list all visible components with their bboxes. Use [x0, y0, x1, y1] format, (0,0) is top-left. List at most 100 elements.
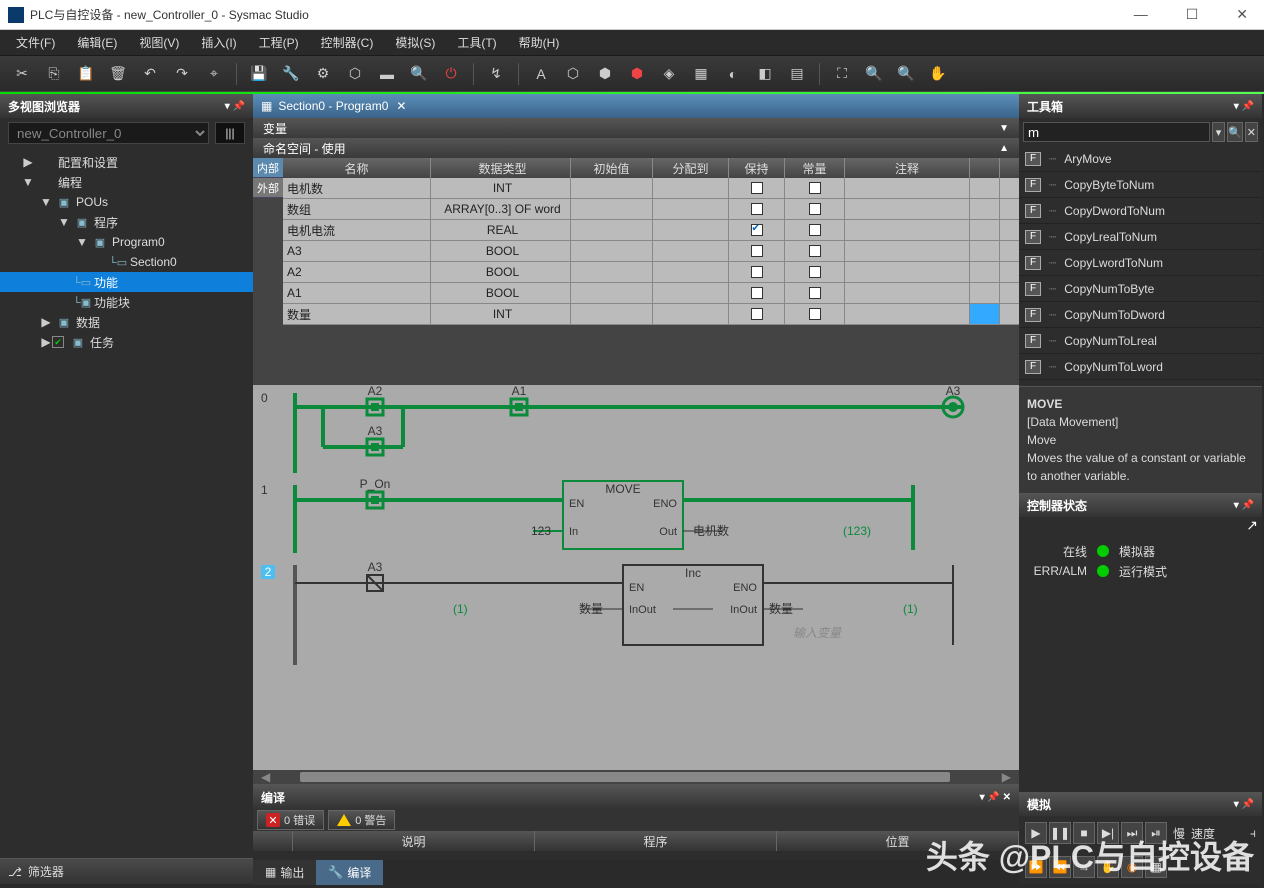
sim-pin-icon[interactable]: ▾ 📌: [1234, 799, 1254, 810]
toolbox-pin-icon[interactable]: ▾ 📌: [1234, 101, 1254, 112]
variable-row[interactable]: 数组ARRAY[0..3] OF word: [283, 199, 1019, 220]
zoom-in-icon[interactable]: 🔍: [862, 62, 886, 86]
toolbox-item[interactable]: F┈CopyDwordToNum: [1019, 198, 1262, 224]
zoom-out-icon[interactable]: 🔍: [894, 62, 918, 86]
namespace-header[interactable]: 命名空间 - 使用▲: [253, 138, 1019, 158]
tree-node[interactable]: ▶✔▣任务: [0, 332, 253, 352]
col-const[interactable]: 常量: [785, 158, 845, 178]
toolbox-item[interactable]: F┈CopyLrealToNum: [1019, 224, 1262, 250]
stop-icon[interactable]: ⏻: [439, 62, 463, 86]
toolbox-item[interactable]: F┈CopyNumToByte: [1019, 276, 1262, 302]
sim-b-icon[interactable]: ⬡: [561, 62, 585, 86]
sim-f-icon[interactable]: ▦: [689, 62, 713, 86]
internal-tab[interactable]: 内部: [253, 158, 283, 178]
search-clear-icon[interactable]: ✕: [1245, 122, 1258, 142]
delete-icon[interactable]: 🗑: [106, 62, 130, 86]
tree-node[interactable]: ▶▣数据: [0, 312, 253, 332]
paste-icon[interactable]: 📋: [74, 62, 98, 86]
hand-icon[interactable]: ✋: [926, 62, 950, 86]
variable-row[interactable]: 电机数INT: [283, 178, 1019, 199]
minimize-button[interactable]: —: [1126, 2, 1156, 27]
sim-i-icon[interactable]: ▤: [785, 62, 809, 86]
toolbox-list[interactable]: F┈AryMoveF┈CopyByteToNumF┈CopyDwordToNum…: [1019, 146, 1262, 386]
sim-c-icon[interactable]: ⬢: [593, 62, 617, 86]
menu-item[interactable]: 控制器(C): [311, 30, 384, 55]
tree-node[interactable]: └▣功能块: [0, 292, 253, 312]
tree-node[interactable]: └▭功能: [0, 272, 253, 292]
toolbox-item[interactable]: F┈CopyByteToNum: [1019, 172, 1262, 198]
variables-header[interactable]: 变量▼: [253, 118, 1019, 138]
toolbox-search-input[interactable]: [1023, 122, 1210, 142]
variable-row[interactable]: A2BOOL: [283, 262, 1019, 283]
col-init[interactable]: 初始值: [571, 158, 653, 178]
col-name[interactable]: 名称: [283, 158, 431, 178]
tree-node[interactable]: ▼▣程序: [0, 212, 253, 232]
tree-node[interactable]: ▼编程: [0, 172, 253, 192]
col-type[interactable]: 数据类型: [431, 158, 571, 178]
warning-count[interactable]: 0 警告: [328, 810, 395, 830]
menu-item[interactable]: 工程(P): [249, 30, 309, 55]
menu-item[interactable]: 工具(T): [447, 30, 506, 55]
pin-icon[interactable]: ▾ 📌: [225, 101, 245, 112]
menu-item[interactable]: 编辑(E): [67, 30, 127, 55]
toolbox-item[interactable]: F┈CopyNumToLword: [1019, 354, 1262, 380]
output-tab[interactable]: ▦ 输出: [253, 860, 316, 885]
sim-d-icon[interactable]: ⬢: [625, 62, 649, 86]
tree-node[interactable]: ▼▣Program0: [0, 232, 253, 252]
expand-icon[interactable]: ↗: [1246, 517, 1258, 534]
build-pin-icon[interactable]: ▾ 📌 ✕: [980, 792, 1011, 803]
build-col-desc[interactable]: 说明: [293, 831, 535, 851]
undo-icon[interactable]: ↶: [138, 62, 162, 86]
sim-h-icon[interactable]: ◧: [753, 62, 777, 86]
search-dropdown-icon[interactable]: ▾: [1212, 122, 1225, 142]
sim-g-icon[interactable]: ◐: [721, 62, 745, 86]
find-icon[interactable]: 🔍: [407, 62, 431, 86]
crop-icon[interactable]: ⛶: [830, 62, 854, 86]
build-icon[interactable]: 🔧: [279, 62, 303, 86]
close-button[interactable]: ✕: [1228, 2, 1256, 27]
menu-item[interactable]: 模拟(S): [385, 30, 445, 55]
document-tab[interactable]: ▦ Section0 - Program0 ✕: [253, 94, 1019, 118]
menu-item[interactable]: 插入(I): [191, 30, 246, 55]
layout-icon[interactable]: |||: [215, 122, 245, 144]
maximize-button[interactable]: ☐: [1178, 2, 1207, 27]
error-count[interactable]: ✕0 错误: [257, 810, 324, 830]
controller-select[interactable]: new_Controller_0: [8, 122, 209, 144]
toolbox-item[interactable]: F┈CopyLwordToNum: [1019, 250, 1262, 276]
variable-row[interactable]: 电机电流REAL: [283, 220, 1019, 241]
status-pin-icon[interactable]: ▾ 📌: [1234, 500, 1254, 511]
col-alloc[interactable]: 分配到: [653, 158, 729, 178]
save-icon[interactable]: 💾: [247, 62, 271, 86]
sim-a-icon[interactable]: A: [529, 62, 553, 86]
tab-close-icon[interactable]: ✕: [396, 99, 406, 113]
compare-icon[interactable]: ▬: [375, 62, 399, 86]
redo-icon[interactable]: ↷: [170, 62, 194, 86]
variable-row[interactable]: 数量INT: [283, 304, 1019, 325]
tree-node[interactable]: └▭Section0: [0, 252, 253, 272]
menu-item[interactable]: 文件(F): [6, 30, 65, 55]
rebuild-icon[interactable]: ⚙: [311, 62, 335, 86]
project-tree[interactable]: ▶配置和设置▼编程▼▣POUs▼▣程序▼▣Program0└▭Section0└…: [0, 148, 253, 507]
h-scrollbar[interactable]: ◀▶: [253, 770, 1019, 784]
online-icon[interactable]: ↯: [484, 62, 508, 86]
toolbox-item[interactable]: F┈CopyNumToDword: [1019, 302, 1262, 328]
col-retain[interactable]: 保持: [729, 158, 785, 178]
variable-row[interactable]: A1BOOL: [283, 283, 1019, 304]
cursor-icon[interactable]: ⌖: [202, 62, 226, 86]
tree-node[interactable]: ▶配置和设置: [0, 152, 253, 172]
toolbox-item[interactable]: F┈AryMove: [1019, 146, 1262, 172]
tree-node[interactable]: ▼▣POUs: [0, 192, 253, 212]
menu-item[interactable]: 视图(V): [129, 30, 189, 55]
search-icon[interactable]: 🔍: [1227, 122, 1243, 142]
filter-button[interactable]: ⎇筛选器: [0, 858, 253, 884]
menu-item[interactable]: 帮助(H): [509, 30, 570, 55]
external-tab[interactable]: 外部: [253, 178, 283, 198]
toolbox-item[interactable]: F┈CopyNumToLreal: [1019, 328, 1262, 354]
col-comment[interactable]: 注释: [845, 158, 970, 178]
offline-icon[interactable]: ⬡: [343, 62, 367, 86]
cut-icon[interactable]: ✂: [10, 62, 34, 86]
variable-row[interactable]: A3BOOL: [283, 241, 1019, 262]
sim-e-icon[interactable]: ◈: [657, 62, 681, 86]
copy-icon[interactable]: ⎘: [42, 62, 66, 86]
build-col-prog[interactable]: 程序: [535, 831, 777, 851]
